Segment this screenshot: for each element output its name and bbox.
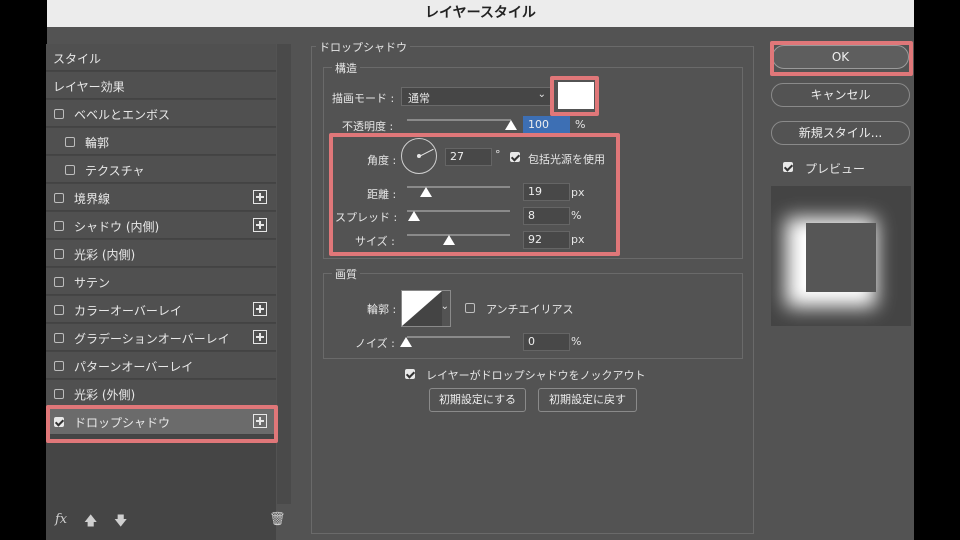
opacity-slider-thumb[interactable] [505, 120, 517, 130]
style-list: スタイル レイヤー効果 ベベルとエンボス 輪郭 テクスチャ 境界線 シャドウ (… [46, 44, 276, 540]
preview-checkbox[interactable] [783, 162, 793, 172]
dialog-title: レイヤースタイル [47, 0, 914, 27]
preview-thumbnail [771, 186, 911, 326]
quality-title: 画質 [332, 266, 360, 282]
noise-slider-track[interactable] [407, 336, 510, 338]
sidebar-item-stroke[interactable]: 境界線 [46, 184, 276, 211]
satin-checkbox[interactable] [54, 277, 64, 287]
size-slider-track[interactable] [407, 234, 510, 236]
global-light-checkbox[interactable] [510, 152, 520, 162]
style-header-item[interactable]: スタイル [46, 44, 276, 71]
move-down-icon[interactable]: 🡇 [114, 512, 127, 534]
sidebar-item-texture[interactable]: テクスチャ [46, 156, 276, 183]
distance-label: 距離 : [367, 188, 397, 201]
blend-mode-label: 描画モード : [332, 92, 395, 105]
list-scrollbar[interactable] [277, 44, 291, 504]
spread-slider-thumb[interactable] [408, 211, 420, 221]
ok-button[interactable]: OK [772, 45, 909, 69]
sidebar-item-gradient-overlay[interactable]: グラデーションオーバーレイ [46, 324, 276, 351]
stroke-checkbox[interactable] [54, 193, 64, 203]
make-default-button[interactable]: 初期設定にする [429, 388, 526, 412]
inner-glow-checkbox[interactable] [54, 249, 64, 259]
knockout-label: レイヤーがドロップシャドウをノックアウト [426, 369, 646, 382]
layer-style-dialog: レイヤースタイル スタイル レイヤー効果 ベベルとエンボス 輪郭 テクスチャ 境… [46, 0, 914, 540]
add-gradient-overlay-icon[interactable] [253, 330, 267, 344]
fx-icon[interactable]: fx [55, 512, 67, 527]
antialias-checkbox[interactable] [465, 303, 475, 313]
knockout-checkbox[interactable] [405, 369, 415, 379]
preview-label: プレビュー [805, 162, 866, 176]
opacity-slider-track[interactable] [407, 119, 511, 121]
reset-default-button[interactable]: 初期設定に戻す [538, 388, 637, 412]
preview-shape [806, 223, 876, 292]
sidebar-item-pattern-overlay[interactable]: パターンオーバーレイ [46, 352, 276, 379]
contour-checkbox[interactable] [65, 137, 75, 147]
noise-unit: % [571, 335, 582, 348]
add-stroke-icon[interactable] [253, 190, 267, 204]
blend-mode-select[interactable]: 通常 ⌄ [401, 87, 551, 106]
size-input[interactable]: 92 [523, 231, 570, 249]
angle-dial-hand [419, 148, 434, 157]
distance-input[interactable]: 19 [523, 183, 570, 201]
sidebar-item-bevel[interactable]: ベベルとエンボス [46, 100, 276, 127]
spread-label: スプレッド : [335, 211, 398, 224]
effects-header-item[interactable]: レイヤー効果 [46, 72, 276, 99]
antialias-label: アンチエイリアス [486, 303, 574, 316]
distance-unit: px [571, 186, 585, 199]
opacity-label: 不透明度 : [342, 120, 394, 133]
sidebar-item-inner-glow[interactable]: 光彩 (内側) [46, 240, 276, 267]
chevron-down-icon: ⌄ [537, 89, 546, 100]
trash-icon[interactable]: 🗑 [269, 512, 286, 527]
spread-input[interactable]: 8 [523, 207, 570, 225]
cancel-button[interactable]: キャンセル [771, 83, 910, 107]
pattern-overlay-checkbox[interactable] [54, 361, 64, 371]
sidebar-item-satin[interactable]: サテン [46, 268, 276, 295]
noise-input[interactable]: 0 [523, 333, 570, 351]
sidebar-item-drop-shadow[interactable]: ドロップシャドウ [46, 408, 276, 435]
angle-dial[interactable] [401, 138, 437, 174]
noise-label: ノイズ : [355, 337, 395, 350]
inner-shadow-checkbox[interactable] [54, 221, 64, 231]
size-slider-thumb[interactable] [443, 235, 455, 245]
color-overlay-checkbox[interactable] [54, 305, 64, 315]
contour-label: 輪郭 : [367, 303, 397, 316]
texture-checkbox[interactable] [65, 165, 75, 175]
size-label: サイズ : [355, 235, 395, 248]
bevel-checkbox[interactable] [54, 109, 64, 119]
add-color-overlay-icon[interactable] [253, 302, 267, 316]
gradient-overlay-checkbox[interactable] [54, 333, 64, 343]
chevron-down-icon: ⌄ [440, 301, 449, 312]
size-unit: px [571, 233, 585, 246]
section-title: ドロップシャドウ [316, 39, 410, 55]
contour-picker[interactable]: ⌄ [401, 290, 451, 327]
noise-slider-thumb[interactable] [400, 337, 412, 347]
add-drop-shadow-icon[interactable] [253, 414, 267, 428]
sidebar-item-contour[interactable]: 輪郭 [46, 128, 276, 155]
distance-slider-thumb[interactable] [420, 187, 432, 197]
degree-unit: ° [495, 148, 501, 161]
shadow-color-swatch[interactable] [558, 82, 594, 109]
spread-slider-track[interactable] [407, 210, 510, 212]
spread-unit: % [571, 209, 582, 222]
outer-glow-checkbox[interactable] [54, 389, 64, 399]
move-up-icon[interactable]: 🡅 [84, 512, 97, 534]
drop-shadow-checkbox[interactable] [54, 417, 64, 427]
structure-title: 構造 [332, 60, 360, 76]
opacity-unit: % [575, 118, 586, 131]
sidebar-item-inner-shadow[interactable]: シャドウ (内側) [46, 212, 276, 239]
new-style-button[interactable]: 新規スタイル... [771, 121, 910, 145]
sidebar-item-outer-glow[interactable]: 光彩 (外側) [46, 380, 276, 407]
add-inner-shadow-icon[interactable] [253, 218, 267, 232]
opacity-input[interactable]: 100 [523, 116, 570, 134]
angle-input[interactable]: 27 [445, 148, 492, 166]
sidebar-item-color-overlay[interactable]: カラーオーバーレイ [46, 296, 276, 323]
global-light-label: 包括光源を使用 [528, 153, 605, 166]
angle-label: 角度 : [367, 154, 397, 167]
